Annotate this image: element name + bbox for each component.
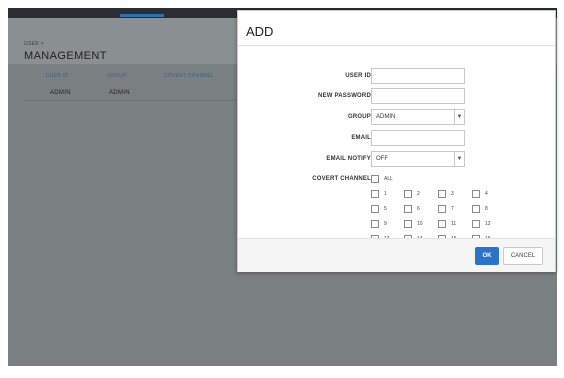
channel-9-label: 9 — [384, 221, 387, 227]
page-title: MANAGEMENT — [24, 50, 107, 62]
channel-4-label: 4 — [485, 191, 488, 197]
channel-1-checkbox[interactable] — [371, 190, 379, 198]
add-user-dialog: ADD USER ID NEW PASSWORD GROUP ADMIN ▼ E… — [237, 10, 556, 272]
channel-12-checkbox[interactable] — [472, 220, 480, 228]
channel-3-checkbox[interactable] — [438, 190, 446, 198]
covert-channel-all-checkbox[interactable] — [371, 175, 379, 183]
column-header-covert-channel[interactable]: COVERT CHANNEL — [164, 73, 214, 79]
cell-user-id: ADMIN — [50, 90, 71, 96]
table-row[interactable]: ADMIN ADMIN — [24, 87, 246, 101]
new-password-label: NEW PASSWORD — [318, 93, 371, 99]
covert-channel-label: COVERT CHANNEL — [312, 176, 371, 182]
email-notify-select-value: OFF — [376, 156, 388, 162]
dialog-title: ADD — [246, 24, 274, 39]
user-id-label: USER ID — [345, 73, 371, 79]
channel-6-checkbox[interactable] — [404, 205, 412, 213]
channel-10-checkbox[interactable] — [404, 220, 412, 228]
channel-2-label: 2 — [417, 191, 420, 197]
cancel-button[interactable]: CANCEL — [503, 247, 543, 265]
cell-group: ADMIN — [109, 90, 130, 96]
user-id-input[interactable] — [371, 68, 465, 84]
email-label: EMAIL — [351, 135, 371, 141]
group-label: GROUP — [347, 114, 371, 120]
active-nav-indicator — [120, 14, 164, 17]
dialog-body: USER ID NEW PASSWORD GROUP ADMIN ▼ EMAIL… — [238, 47, 555, 243]
table-header: USER ID GROUP COVERT CHANNEL — [24, 72, 246, 84]
channel-1-label: 1 — [384, 191, 387, 197]
channel-10-label: 10 — [417, 221, 423, 227]
channel-9-checkbox[interactable] — [371, 220, 379, 228]
channel-7-label: 7 — [451, 206, 454, 212]
channel-12-label: 12 — [485, 221, 491, 227]
channel-7-checkbox[interactable] — [438, 205, 446, 213]
group-select-value: ADMIN — [376, 114, 396, 120]
channel-5-checkbox[interactable] — [371, 205, 379, 213]
chevron-down-icon[interactable]: ▼ — [454, 152, 464, 166]
group-select[interactable]: ADMIN ▼ — [371, 109, 465, 125]
channel-6-label: 6 — [417, 206, 420, 212]
dialog-header: ADD — [238, 11, 555, 46]
channel-11-checkbox[interactable] — [438, 220, 446, 228]
channel-2-checkbox[interactable] — [404, 190, 412, 198]
new-password-input[interactable] — [371, 88, 465, 104]
channel-5-label: 5 — [384, 206, 387, 212]
breadcrumb: USER > — [24, 41, 45, 47]
channel-4-checkbox[interactable] — [472, 190, 480, 198]
dialog-footer: OK CANCEL — [238, 238, 555, 272]
column-header-group[interactable]: GROUP — [107, 73, 127, 79]
channel-3-label: 3 — [451, 191, 454, 197]
email-input[interactable] — [371, 130, 465, 146]
chevron-down-icon[interactable]: ▼ — [454, 110, 464, 124]
channel-8-label: 8 — [485, 206, 488, 212]
channel-11-label: 11 — [451, 221, 457, 227]
channel-8-checkbox[interactable] — [472, 205, 480, 213]
email-notify-select[interactable]: OFF ▼ — [371, 151, 465, 167]
covert-channel-all-label: ALL — [384, 176, 393, 182]
ok-button[interactable]: OK — [475, 247, 499, 265]
column-header-user-id[interactable]: USER ID — [46, 73, 68, 79]
email-notify-label: EMAIL NOTIFY — [326, 156, 371, 162]
